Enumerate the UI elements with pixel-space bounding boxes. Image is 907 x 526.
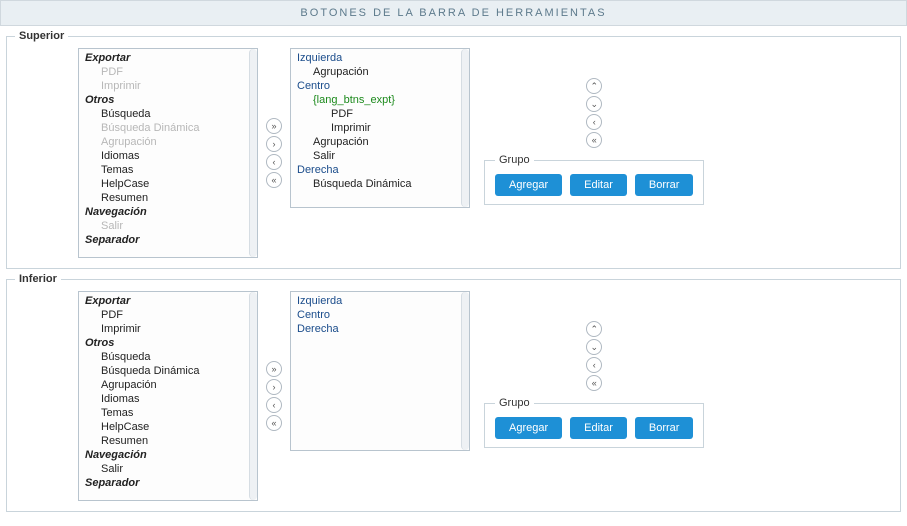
position-group[interactable]: Izquierda bbox=[295, 51, 465, 65]
add-all-icon[interactable]: » bbox=[266, 118, 282, 134]
list-item[interactable]: Temas bbox=[83, 406, 253, 420]
list-item[interactable]: Salir bbox=[83, 462, 253, 476]
selected-list-bottom[interactable]: IzquierdaCentroDerecha bbox=[290, 291, 470, 451]
list-item[interactable]: Búsqueda bbox=[83, 350, 253, 364]
list-item[interactable]: Agrupación bbox=[295, 65, 465, 79]
list-group-header: Otros bbox=[83, 336, 253, 350]
list-subitem[interactable]: Imprimir bbox=[295, 121, 465, 135]
move-down-icon[interactable]: ‹ bbox=[586, 114, 602, 130]
move-bottom-icon[interactable]: « bbox=[586, 375, 602, 391]
list-item[interactable]: {lang_btns_expt} bbox=[295, 93, 465, 107]
move-top-icon[interactable]: ⌃ bbox=[586, 321, 602, 337]
list-group-header: Separador bbox=[83, 233, 253, 247]
list-item[interactable]: HelpCase bbox=[83, 420, 253, 434]
delete-group-button[interactable]: Borrar bbox=[635, 174, 694, 196]
position-group[interactable]: Izquierda bbox=[295, 294, 465, 308]
move-bottom-icon[interactable]: « bbox=[586, 132, 602, 148]
edit-group-button[interactable]: Editar bbox=[570, 417, 627, 439]
section-inferior-legend: Inferior bbox=[15, 273, 61, 285]
move-up-icon[interactable]: ⌄ bbox=[586, 96, 602, 112]
list-item[interactable]: Idiomas bbox=[83, 149, 253, 163]
section-superior: Superior ExportarPDFImprimirOtrosBúsqued… bbox=[6, 30, 901, 269]
position-group[interactable]: Centro bbox=[295, 79, 465, 93]
list-group-header: Separador bbox=[83, 476, 253, 490]
list-item[interactable]: Agrupación bbox=[295, 135, 465, 149]
add-all-icon[interactable]: » bbox=[266, 361, 282, 377]
scrollbar[interactable] bbox=[461, 49, 469, 207]
section-superior-legend: Superior bbox=[15, 30, 68, 42]
list-item[interactable]: Salir bbox=[295, 149, 465, 163]
panel-header: BOTONES DE LA BARRA DE HERRAMIENTAS bbox=[0, 0, 907, 26]
list-item[interactable]: Resumen bbox=[83, 191, 253, 205]
group-legend: Grupo bbox=[495, 154, 534, 166]
list-item[interactable]: Idiomas bbox=[83, 392, 253, 406]
list-item[interactable]: PDF bbox=[83, 308, 253, 322]
move-top-icon[interactable]: ⌃ bbox=[586, 78, 602, 94]
list-item[interactable]: Imprimir bbox=[83, 322, 253, 336]
order-arrows-bottom: ⌃ ⌄ ‹ « bbox=[478, 321, 710, 391]
transfer-arrows-top: » › ‹ « bbox=[266, 48, 282, 258]
list-item[interactable]: Imprimir bbox=[83, 79, 253, 93]
list-item[interactable]: Agrupación bbox=[83, 135, 253, 149]
list-subitem[interactable]: PDF bbox=[295, 107, 465, 121]
list-item[interactable]: Búsqueda Dinámica bbox=[83, 121, 253, 135]
add-one-icon[interactable]: › bbox=[266, 379, 282, 395]
list-item[interactable]: Búsqueda Dinámica bbox=[83, 364, 253, 378]
delete-group-button[interactable]: Borrar bbox=[635, 417, 694, 439]
remove-all-icon[interactable]: « bbox=[266, 415, 282, 431]
list-item[interactable]: PDF bbox=[83, 65, 253, 79]
position-group[interactable]: Derecha bbox=[295, 322, 465, 336]
list-item[interactable]: HelpCase bbox=[83, 177, 253, 191]
section-inferior: Inferior ExportarPDFImprimirOtrosBúsqued… bbox=[6, 273, 901, 512]
move-up-icon[interactable]: ⌄ bbox=[586, 339, 602, 355]
transfer-arrows-bottom: » › ‹ « bbox=[266, 291, 282, 501]
list-item[interactable]: Temas bbox=[83, 163, 253, 177]
scrollbar[interactable] bbox=[249, 292, 257, 500]
move-down-icon[interactable]: ‹ bbox=[586, 357, 602, 373]
available-list-bottom[interactable]: ExportarPDFImprimirOtrosBúsquedaBúsqueda… bbox=[78, 291, 258, 501]
edit-group-button[interactable]: Editar bbox=[570, 174, 627, 196]
list-group-header: Navegación bbox=[83, 448, 253, 462]
list-group-header: Exportar bbox=[83, 51, 253, 65]
group-box-top: Grupo Agregar Editar Borrar bbox=[484, 154, 704, 205]
position-group[interactable]: Derecha bbox=[295, 163, 465, 177]
list-item[interactable]: Agrupación bbox=[83, 378, 253, 392]
list-item[interactable]: Búsqueda Dinámica bbox=[295, 177, 465, 191]
remove-one-icon[interactable]: ‹ bbox=[266, 397, 282, 413]
list-item[interactable]: Búsqueda bbox=[83, 107, 253, 121]
available-list-top[interactable]: ExportarPDFImprimirOtrosBúsquedaBúsqueda… bbox=[78, 48, 258, 258]
list-item[interactable]: Resumen bbox=[83, 434, 253, 448]
group-box-bottom: Grupo Agregar Editar Borrar bbox=[484, 397, 704, 448]
add-group-button[interactable]: Agregar bbox=[495, 417, 562, 439]
remove-one-icon[interactable]: ‹ bbox=[266, 154, 282, 170]
scrollbar[interactable] bbox=[249, 49, 257, 257]
list-group-header: Exportar bbox=[83, 294, 253, 308]
remove-all-icon[interactable]: « bbox=[266, 172, 282, 188]
order-arrows-top: ⌃ ⌄ ‹ « bbox=[478, 78, 710, 148]
list-item[interactable]: Salir bbox=[83, 219, 253, 233]
list-group-header: Otros bbox=[83, 93, 253, 107]
add-one-icon[interactable]: › bbox=[266, 136, 282, 152]
position-group[interactable]: Centro bbox=[295, 308, 465, 322]
selected-list-top[interactable]: IzquierdaAgrupaciónCentro{lang_btns_expt… bbox=[290, 48, 470, 208]
group-legend: Grupo bbox=[495, 397, 534, 409]
add-group-button[interactable]: Agregar bbox=[495, 174, 562, 196]
scrollbar[interactable] bbox=[461, 292, 469, 450]
list-group-header: Navegación bbox=[83, 205, 253, 219]
